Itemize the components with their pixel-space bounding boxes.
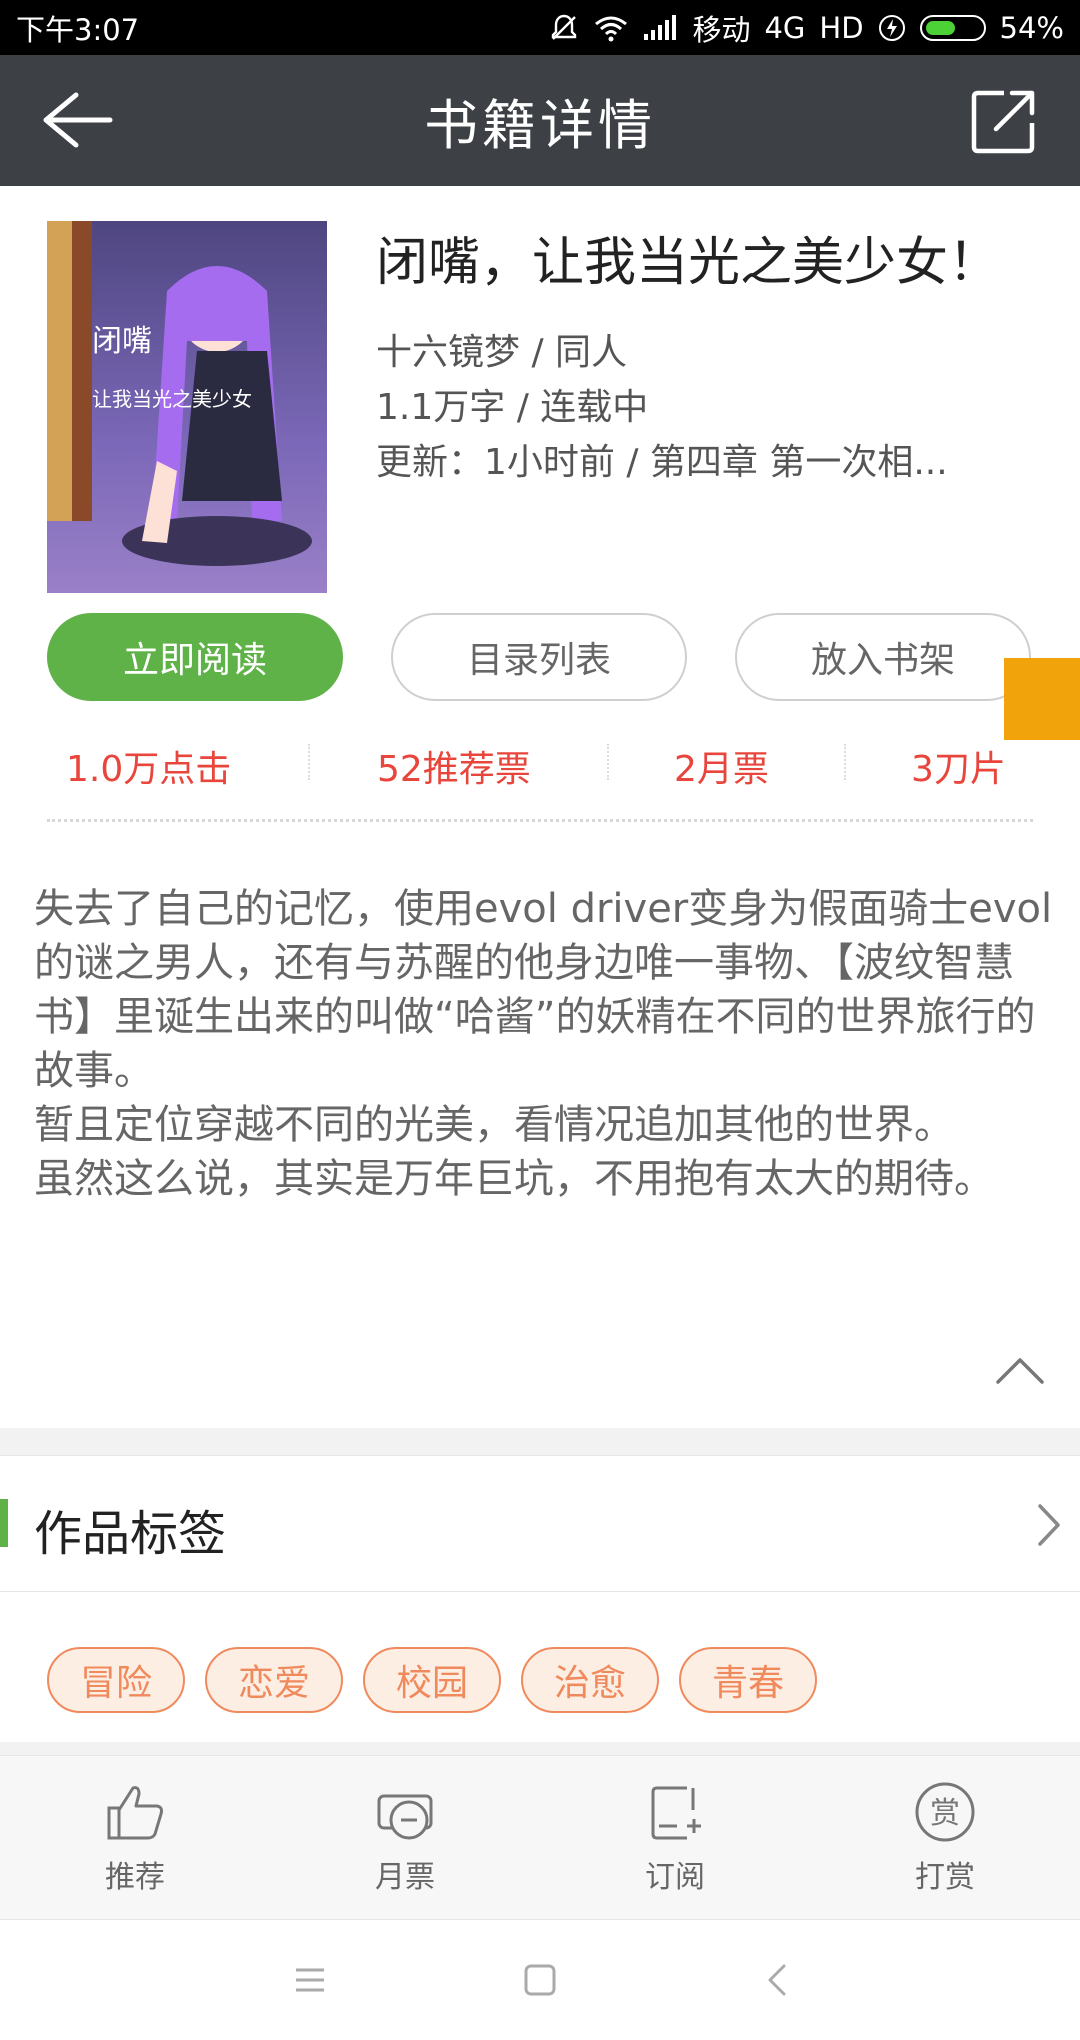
tag-list: 冒险 恋爱 校园 治愈 青春 (47, 1647, 817, 1713)
status-bar: 下午3:07 移动 4G HD 54% (0, 0, 1080, 55)
carrier-name: 移动 (692, 12, 751, 47)
signal-icon (644, 14, 677, 40)
floating-side-tab[interactable] (1004, 658, 1080, 740)
charging-icon (878, 14, 905, 41)
tag-healing[interactable]: 治愈 (521, 1647, 659, 1713)
monthly-ticket-button[interactable]: 月票 (305, 1756, 505, 1921)
section-accent-bar (0, 1499, 8, 1547)
tag-adventure[interactable]: 冒险 (47, 1647, 185, 1713)
wifi-icon (595, 16, 628, 41)
subscribe-label: 订阅 (645, 1860, 705, 1895)
section-separator (0, 1428, 1080, 1455)
book-cover[interactable]: 闭嘴 让我当光之美少女 (47, 221, 327, 593)
bottom-action-bar: 推荐 月票 订阅 赏 打赏 (0, 1755, 1080, 1920)
home-icon[interactable] (518, 1958, 562, 2002)
section-separator (0, 1742, 1080, 1755)
network-type: 4G (764, 10, 806, 45)
stat-blades: 3刀片 (911, 749, 1006, 790)
reward-button[interactable]: 赏 打赏 (845, 1756, 1045, 1921)
stat-divider (308, 744, 310, 780)
cover-title-line2: 让我当光之美少女 (92, 387, 252, 411)
tag-youth[interactable]: 青春 (679, 1647, 817, 1713)
description-paragraph: 失去了自己的记忆，使用evol driver变身为假面骑士evol的谜之男人，还… (34, 886, 1053, 1094)
book-word-count-status: 1.1万字 / 连载中 (376, 387, 649, 428)
subscribe-button[interactable]: 订阅 (575, 1756, 775, 1921)
chevron-up-icon[interactable] (994, 1352, 1046, 1388)
monthly-ticket-label: 月票 (375, 1860, 435, 1895)
stat-divider (844, 744, 846, 780)
stat-divider (607, 744, 609, 780)
mute-vibrate-icon (552, 14, 577, 40)
book-description: 失去了自己的记忆，使用evol driver变身为假面骑士evol的谜之男人，还… (34, 882, 1054, 1206)
reward-icon: 赏 (915, 1782, 975, 1842)
thumbs-up-icon (107, 1786, 163, 1840)
svg-text:赏: 赏 (930, 1796, 960, 1831)
read-now-button[interactable]: 立即阅读 (47, 613, 343, 701)
ticket-icon (377, 1794, 433, 1840)
recommend-button[interactable]: 推荐 (35, 1756, 235, 1921)
status-indicators: 移动 4G HD 54% (548, 7, 1064, 49)
status-time: 下午3:07 (16, 12, 140, 47)
book-title: 闭嘴，让我当光之美少女！ (376, 233, 1001, 293)
tag-romance[interactable]: 恋爱 (205, 1647, 343, 1713)
arrow-left-icon[interactable] (36, 85, 116, 155)
subscribe-icon (651, 1786, 701, 1840)
back-icon[interactable] (756, 1958, 800, 2002)
cover-title-line1: 闭嘴 (92, 324, 152, 359)
book-author-category: 十六镜梦 / 同人 (376, 332, 628, 373)
app-bar: 书籍详情 (0, 55, 1080, 186)
tags-section-title: 作品标签 (34, 1506, 227, 1562)
system-nav-bar (0, 1920, 1080, 2040)
menu-icon[interactable] (288, 1958, 332, 2002)
description-paragraph: 暂且定位穿越不同的光美，看情况追加其他的世界。 (34, 1102, 954, 1148)
recommend-label: 推荐 (105, 1860, 165, 1895)
reward-label: 打赏 (915, 1860, 975, 1895)
divider (47, 819, 1033, 822)
add-to-shelf-button[interactable]: 放入书架 (735, 613, 1031, 701)
tag-campus[interactable]: 校园 (363, 1647, 501, 1713)
page-title: 书籍详情 (424, 94, 656, 157)
stat-recommend-votes: 52推荐票 (377, 749, 531, 790)
battery-icon (919, 14, 986, 41)
stat-monthly-votes: 2月票 (674, 749, 769, 790)
book-latest-update[interactable]: 更新：1小时前 / 第四章 第一次相... (376, 433, 948, 485)
chevron-right-icon (1038, 1504, 1060, 1546)
tags-section-header[interactable]: 作品标签 (0, 1455, 1080, 1592)
battery-percent: 54% (999, 10, 1064, 45)
stat-clicks: 1.0万点击 (66, 749, 232, 790)
share-icon[interactable] (968, 85, 1040, 157)
description-paragraph: 虽然这么说，其实是万年巨坑，不用抱有太大的期待。 (34, 1156, 994, 1202)
catalog-button[interactable]: 目录列表 (391, 613, 687, 701)
book-stats: 1.0万点击 52推荐票 2月票 3刀片 (0, 730, 1080, 800)
hd-indicator: HD (819, 10, 864, 45)
